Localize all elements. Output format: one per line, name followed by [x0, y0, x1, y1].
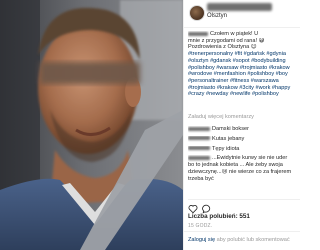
comment-line: ...Ewidytnie kurwy sie nie uder: [188, 155, 300, 162]
caption-hashtags-5[interactable]: #personaltrainer #fitness #warszawa: [188, 78, 300, 85]
caption-hashtags-4[interactable]: #wrodove #menfashion #polishboy #boy: [188, 71, 300, 78]
photo-illustration: [0, 0, 183, 250]
comment-author-blurred[interactable]: [188, 126, 210, 131]
avatar[interactable]: [189, 5, 205, 21]
comment-line: bo to jednak kobieta ... Ale żeby swoja: [188, 162, 283, 169]
comment-author-blurred[interactable]: [188, 155, 210, 160]
caption-hashtags-2[interactable]: #olsztyn #gdansk #sopot #bodybuilding: [188, 58, 300, 65]
caption-hashtags-7[interactable]: #crazy #newday #newlife #polishboy: [188, 91, 300, 98]
caption-hashtags-6[interactable]: #trojmiasto #krakow #3city #work #happy: [188, 85, 300, 92]
login-footer: Zaloguj się aby polubić lub skomentować: [184, 231, 300, 250]
post-caption: Czołem w piątek! U mnie z przygodami od …: [188, 31, 300, 98]
post-date[interactable]: 15 GODZ.: [188, 223, 212, 229]
login-footer-text: aby polubić lub skomentować: [216, 237, 290, 243]
caption-hashtags-1[interactable]: #trenerpersonalny #fit #gdańsk #gdynia: [188, 51, 300, 58]
comment-line: trzeba być: [188, 175, 214, 182]
comment: Kutas jebany: [188, 136, 300, 143]
post-header: Olsztyn: [184, 0, 300, 28]
comment-author-blurred[interactable]: [188, 146, 210, 151]
caption-line-2: mnie z przygodami od rana! 😅: [188, 37, 265, 44]
likes-count[interactable]: Liczba polubień: 551: [188, 213, 250, 220]
comment: Tępy idiota: [188, 146, 300, 153]
caption-line-1: Czołem w piątek! U: [188, 31, 300, 38]
caption-hashtags-3[interactable]: #polishboy #warsaw #trojmiasto #krakow: [188, 65, 300, 72]
comments-list: Damski bokser Kutas jebany Tępy idiota .…: [188, 126, 300, 186]
comment-author-blurred[interactable]: [188, 136, 210, 141]
post-panel: Olsztyn Czołem w piątek! U mnie z przygo…: [183, 0, 300, 250]
comment: Damski bokser: [188, 126, 300, 133]
caption-author-blurred[interactable]: [188, 31, 208, 36]
load-more-comments-link[interactable]: Załaduj więcej komentarzy: [188, 114, 254, 120]
post-photo[interactable]: [0, 0, 183, 250]
comment-line: dziewczynę...😢 nie wierze co za frajerem: [188, 168, 292, 175]
comment: ...Ewidytnie kurwy sie nie uder bo to je…: [188, 155, 300, 182]
caption-line-3: Pozdrowienia z Olsztyna 😊: [188, 44, 257, 51]
location-link[interactable]: Olsztyn: [207, 13, 227, 20]
login-link[interactable]: Zaloguj się: [188, 237, 215, 243]
username-blurred[interactable]: [207, 3, 272, 11]
